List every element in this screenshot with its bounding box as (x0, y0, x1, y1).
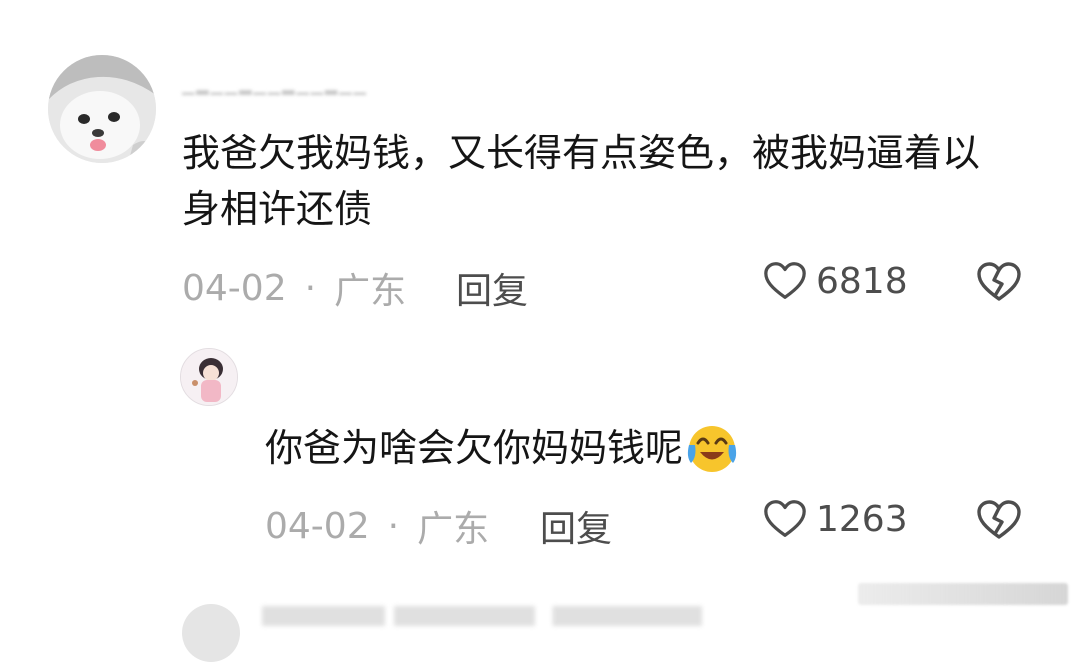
reply-location: 广东 (417, 509, 490, 550)
next-comment-text-cropped (262, 606, 702, 626)
heart-outline-icon (764, 262, 806, 299)
reply-meta: 04-02 · 广东 (265, 500, 489, 552)
watermark (858, 583, 1068, 605)
reply-text: 你爸为啥会欠你妈妈钱呢 (265, 426, 684, 470)
reply-like-count: 1263 (816, 498, 908, 540)
comment-text: 我爸欠我妈钱，又长得有点姿色，被我妈逼着以身相许还债 (182, 131, 981, 231)
comment-meta: 04-02 · 广东 (182, 262, 406, 314)
meta-separator: · (387, 505, 400, 547)
comment-reply-button[interactable]: 回复 (456, 262, 528, 314)
meta-separator: · (304, 267, 317, 309)
comment-location: 广东 (334, 271, 407, 312)
comment-date: 04-02 (182, 267, 287, 309)
commenter-username-blurred[interactable]: ▁▂▁▁▂▁▁▂▁▁▂▁▁▂▁▁▂▁ (182, 76, 367, 96)
comment-like-button[interactable]: 6818 (762, 258, 908, 304)
broken-heart-icon[interactable] (975, 496, 1023, 544)
reply-like-button[interactable]: 1263 (762, 496, 908, 542)
comment-like-count: 6818 (816, 260, 908, 302)
dog-avatar-image (48, 55, 156, 163)
commenter-avatar[interactable] (48, 55, 156, 163)
broken-heart-icon[interactable] (975, 258, 1023, 306)
reply-reply-button[interactable]: 回复 (540, 500, 612, 552)
replier-avatar[interactable] (180, 348, 238, 406)
heart-outline-icon (764, 500, 806, 537)
anime-girl-avatar-image (181, 349, 237, 405)
next-commenter-avatar[interactable] (182, 604, 240, 662)
laugh-cry-emoji-icon (687, 426, 737, 472)
reply-text-row: 你爸为啥会欠你妈妈钱呢 (265, 420, 865, 476)
reply-date: 04-02 (265, 505, 370, 547)
